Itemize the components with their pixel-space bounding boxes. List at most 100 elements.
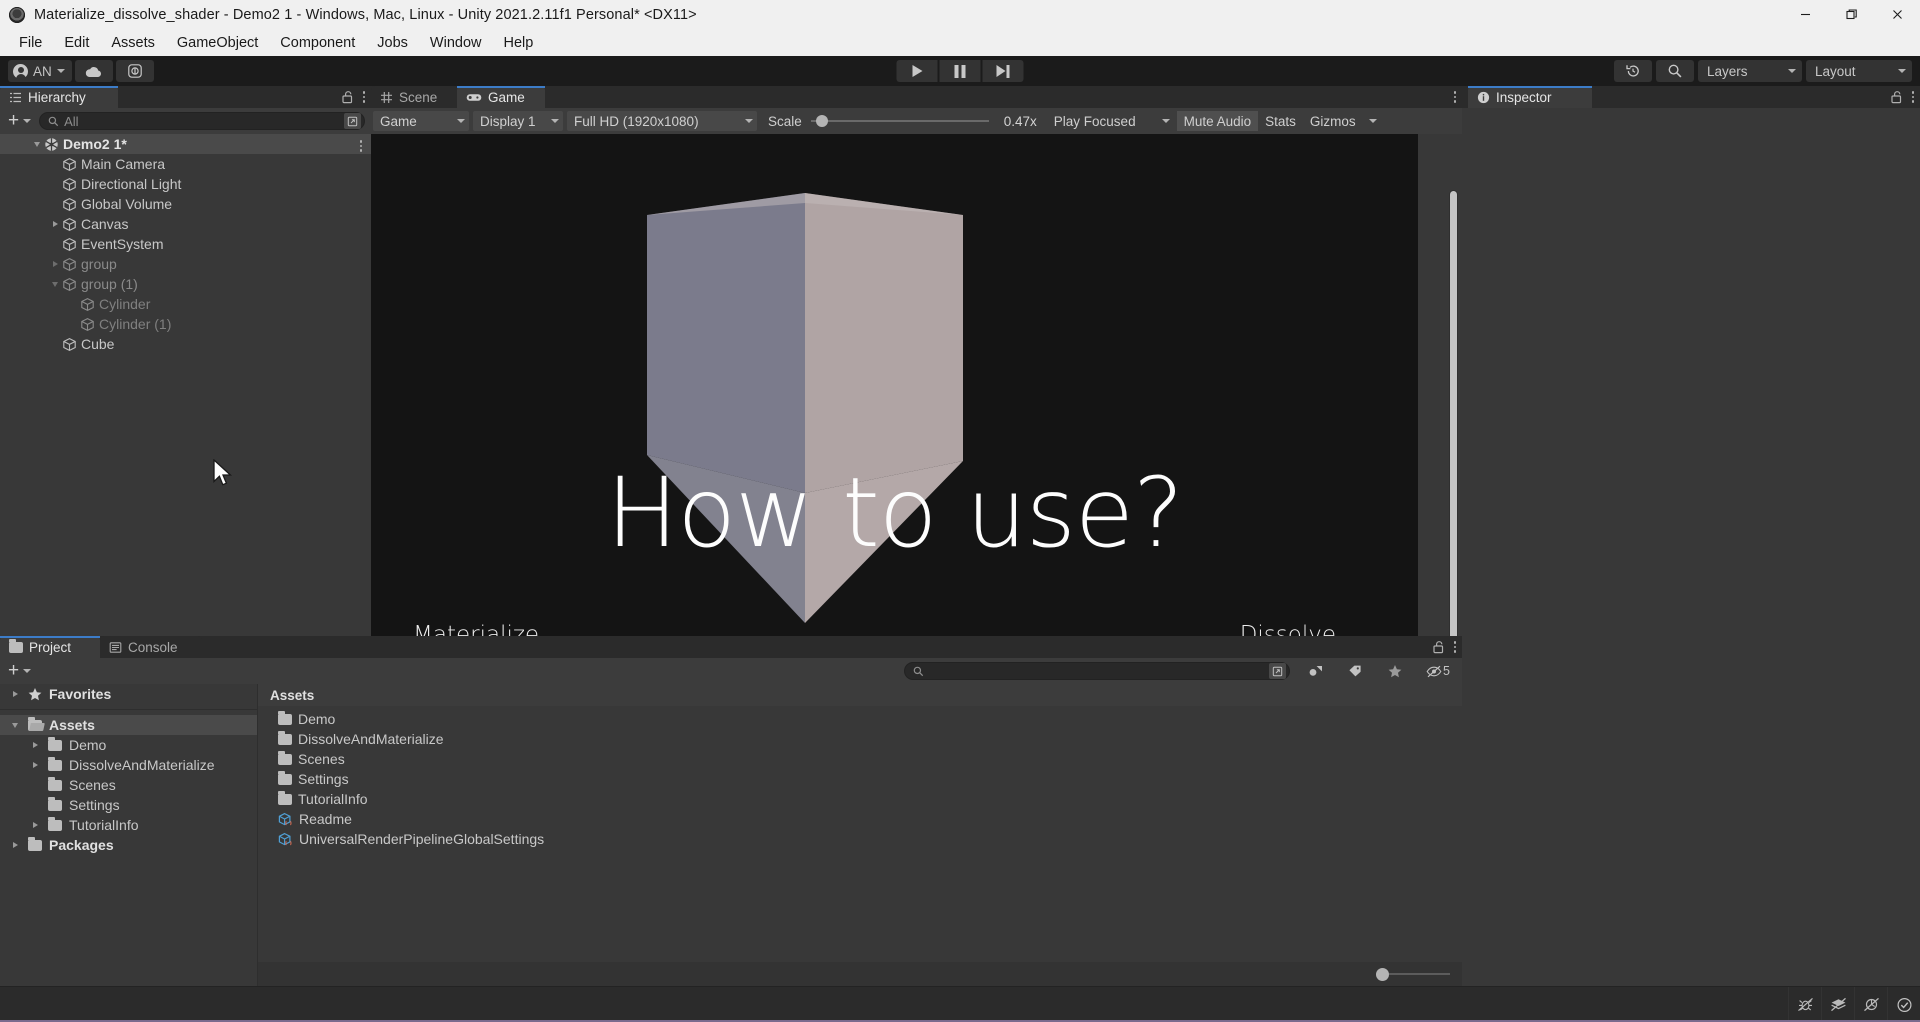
twirl-open-icon[interactable] <box>8 722 22 728</box>
hierarchy-add-button[interactable]: + <box>6 111 33 130</box>
twirl-closed-icon[interactable] <box>48 261 62 267</box>
kebab-menu-icon[interactable] <box>1453 91 1456 103</box>
maximize-button[interactable] <box>1828 0 1874 29</box>
project-add-button[interactable]: + <box>6 661 33 680</box>
project-tree-row[interactable]: TutorialInfo <box>0 815 257 835</box>
project-item[interactable]: UniversalRenderPipelineGlobalSettings <box>258 829 1462 849</box>
lock-open-icon[interactable] <box>1432 640 1445 654</box>
game-target-dropdown[interactable]: Game <box>373 111 469 131</box>
favorites-button[interactable] <box>1380 661 1410 681</box>
minimize-button[interactable] <box>1782 0 1828 29</box>
twirl-open-icon[interactable] <box>30 141 44 147</box>
project-item[interactable]: Demo <box>258 709 1462 729</box>
hierarchy-row[interactable]: Directional Light <box>0 174 371 194</box>
twirl-closed-icon[interactable] <box>48 221 62 227</box>
toggle-bug-reporter-button[interactable] <box>1788 986 1821 1022</box>
filter-by-type-button[interactable] <box>1300 661 1330 681</box>
project-tree-row[interactable]: Demo <box>0 735 257 755</box>
game-screen[interactable]: How to use? Materialize Dissolve <box>371 134 1418 636</box>
tab-game[interactable]: Game <box>457 86 545 108</box>
hierarchy-row[interactable]: Demo2 1* <box>0 134 371 154</box>
account-dropdown[interactable]: AN <box>8 60 72 82</box>
cloud-build-button[interactable] <box>74 60 113 82</box>
project-item[interactable]: Settings <box>258 769 1462 789</box>
project-item[interactable]: DissolveAndMaterialize <box>258 729 1462 749</box>
twirl-open-icon[interactable] <box>48 281 62 287</box>
menu-edit[interactable]: Edit <box>53 32 100 54</box>
search-expand-button[interactable] <box>344 113 361 129</box>
menu-window[interactable]: Window <box>419 32 493 54</box>
tab-project[interactable]: Project <box>0 636 100 658</box>
project-tree-row[interactable]: Settings <box>0 795 257 815</box>
hierarchy-row[interactable]: Cylinder (1) <box>0 314 371 334</box>
hierarchy-row[interactable]: Global Volume <box>0 194 371 214</box>
pause-button[interactable] <box>939 60 981 82</box>
project-search-input[interactable] <box>904 662 1290 680</box>
global-search-button[interactable] <box>1656 60 1694 82</box>
menu-gameobject[interactable]: GameObject <box>166 32 269 54</box>
twirl-closed-icon[interactable] <box>8 691 22 697</box>
kebab-menu-icon[interactable] <box>1911 91 1914 103</box>
lock-open-icon[interactable] <box>1890 90 1903 104</box>
stats-toggle[interactable]: Stats <box>1258 111 1303 131</box>
slider-handle[interactable] <box>816 115 829 127</box>
hierarchy-row[interactable]: Canvas <box>0 214 371 234</box>
menu-file[interactable]: File <box>8 32 53 54</box>
layout-dropdown[interactable]: Layout <box>1806 60 1912 82</box>
game-render-area[interactable]: How to use? Materialize Dissolve <box>371 134 1462 636</box>
project-tree-row[interactable]: Assets <box>0 715 257 735</box>
twirl-closed-icon[interactable] <box>28 822 42 828</box>
kebab-menu-icon[interactable] <box>1453 641 1456 653</box>
project-tree-row[interactable]: Packages <box>0 835 257 855</box>
menu-help[interactable]: Help <box>492 32 544 54</box>
status-ok-button[interactable] <box>1887 986 1920 1022</box>
hierarchy-row[interactable]: Cylinder <box>0 294 371 314</box>
hierarchy-row[interactable]: Main Camera <box>0 154 371 174</box>
gameview-vertical-scrollbar[interactable] <box>1449 190 1458 636</box>
project-item-list[interactable]: Demo DissolveAndMaterialize Scenes Settings… <box>258 706 1462 962</box>
layers-dropdown[interactable]: Layers <box>1698 60 1802 82</box>
play-button[interactable] <box>896 60 938 82</box>
lock-open-icon[interactable] <box>341 90 354 104</box>
filter-by-label-button[interactable] <box>1340 661 1370 681</box>
step-button[interactable] <box>982 60 1024 82</box>
kebab-menu-icon[interactable] <box>362 91 365 103</box>
toggle-layers-button[interactable] <box>1821 986 1854 1022</box>
project-tree-row[interactable]: Scenes <box>0 775 257 795</box>
gizmos-dropdown[interactable] <box>1363 111 1383 131</box>
thumbnail-zoom-slider[interactable] <box>1376 964 1450 984</box>
tab-scene[interactable]: Scene <box>371 86 457 108</box>
tab-inspector[interactable]: Inspector <box>1468 86 1592 108</box>
display-dropdown[interactable]: Display 1 <box>473 111 563 131</box>
project-item[interactable]: Scenes <box>258 749 1462 769</box>
project-tree-row[interactable]: DissolveAndMaterialize <box>0 755 257 775</box>
scale-slider[interactable] <box>810 111 989 131</box>
hierarchy-row[interactable]: EventSystem <box>0 234 371 254</box>
slider-handle[interactable] <box>1376 967 1389 981</box>
hierarchy-row[interactable]: Cube <box>0 334 371 354</box>
twirl-closed-icon[interactable] <box>8 842 22 848</box>
close-button[interactable] <box>1874 0 1920 29</box>
gizmos-toggle[interactable]: Gizmos <box>1303 111 1363 131</box>
menu-jobs[interactable]: Jobs <box>366 32 419 54</box>
twirl-closed-icon[interactable] <box>28 762 42 768</box>
hierarchy-tree[interactable]: Demo2 1* Main Camera Directional Light Glob… <box>0 134 371 636</box>
project-tree[interactable]: Favorites Assets Demo DissolveAndMaterializ… <box>0 684 258 986</box>
resolution-dropdown[interactable]: Full HD (1920x1080) <box>567 111 757 131</box>
collab-button[interactable] <box>115 60 154 82</box>
toggle-autorefresh-button[interactable] <box>1854 986 1887 1022</box>
hierarchy-search-input[interactable]: All <box>39 112 365 130</box>
tab-console[interactable]: Console <box>100 636 202 658</box>
tab-hierarchy[interactable]: Hierarchy <box>0 86 118 108</box>
menu-assets[interactable]: Assets <box>100 32 166 54</box>
hierarchy-row[interactable]: group <box>0 254 371 274</box>
kebab-menu-icon[interactable] <box>359 140 362 152</box>
project-item[interactable]: TutorialInfo <box>258 789 1462 809</box>
menu-component[interactable]: Component <box>269 32 366 54</box>
undo-history-button[interactable] <box>1614 60 1652 82</box>
play-focused-dropdown[interactable]: Play Focused <box>1047 111 1177 131</box>
project-tree-row[interactable]: Favorites <box>0 684 257 704</box>
project-item[interactable]: Readme <box>258 809 1462 829</box>
search-expand-button[interactable] <box>1269 663 1286 679</box>
hierarchy-row[interactable]: group (1) <box>0 274 371 294</box>
